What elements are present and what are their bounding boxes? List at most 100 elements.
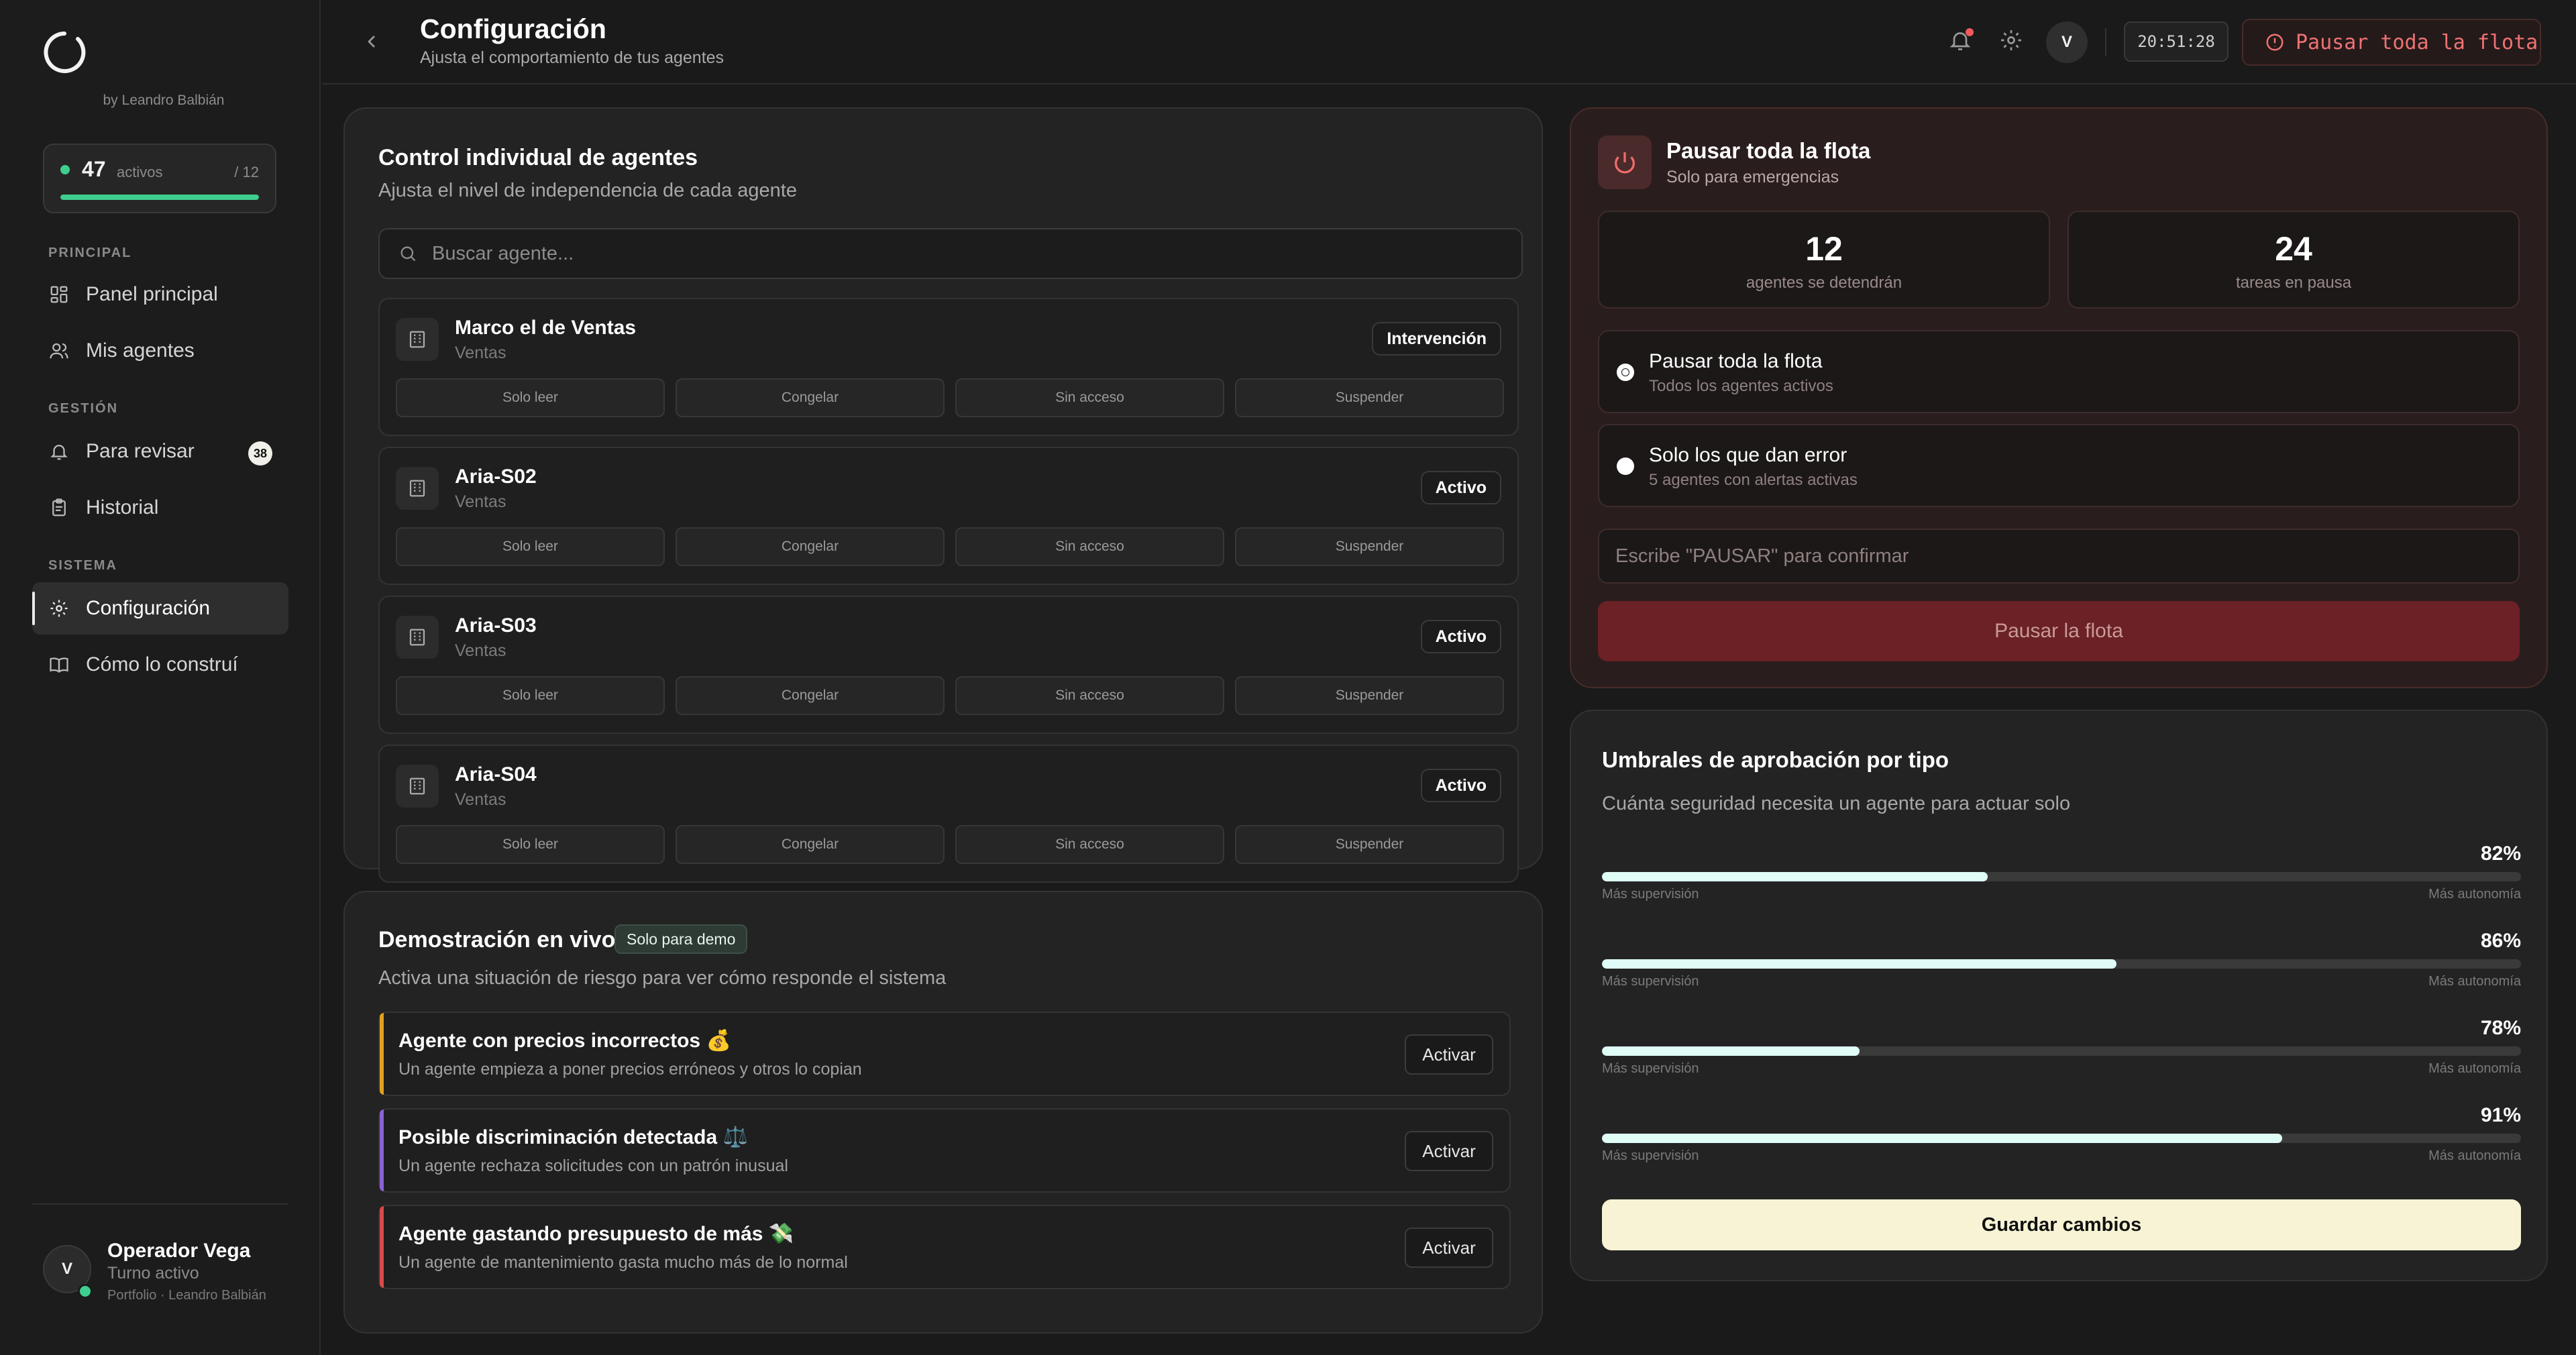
suspend-button[interactable]: Suspender bbox=[1235, 676, 1504, 715]
tasks-paused-stat: 24 tareas en pausa bbox=[2068, 211, 2520, 309]
building-icon bbox=[396, 765, 439, 808]
threshold-value: 91% bbox=[2480, 1104, 2521, 1126]
more-supervision-label: Más supervisión bbox=[1602, 1148, 1699, 1163]
option-pause-all[interactable]: Pausar toda la flota Todos los agentes a… bbox=[1598, 330, 2520, 413]
freeze-button[interactable]: Congelar bbox=[676, 378, 945, 417]
option-title: Solo los que dan error bbox=[1649, 444, 1847, 466]
nav-item-historial[interactable]: Historial bbox=[32, 482, 288, 534]
dashboard-icon bbox=[48, 284, 70, 305]
more-supervision-label: Más supervisión bbox=[1602, 1061, 1699, 1076]
agent-action-group: Solo leer Congelar Sin acceso Suspender bbox=[396, 378, 1504, 417]
more-autonomy-label: Más autonomía bbox=[2428, 1061, 2521, 1076]
active-progress-bar bbox=[60, 195, 259, 200]
agent-search[interactable] bbox=[378, 228, 1523, 279]
nav-section-principal: PRINCIPAL bbox=[48, 246, 132, 260]
nav-item-label: Historial bbox=[86, 496, 159, 519]
notifications-bell-icon[interactable] bbox=[1948, 28, 1975, 55]
agent-status-badge: Activo bbox=[1420, 769, 1501, 802]
nav-item-como-lo-construi[interactable]: Cómo lo construí bbox=[32, 639, 288, 691]
read-only-button[interactable]: Solo leer bbox=[396, 527, 665, 566]
stat-value: 24 bbox=[2275, 230, 2312, 268]
power-icon bbox=[1598, 136, 1652, 189]
freeze-button[interactable]: Congelar bbox=[676, 527, 945, 566]
settings-gear-icon[interactable] bbox=[1999, 28, 2026, 55]
no-access-button[interactable]: Sin acceso bbox=[955, 527, 1224, 566]
threshold-fill bbox=[1602, 959, 2117, 969]
activate-scenario-button[interactable]: Activar bbox=[1405, 1228, 1493, 1268]
threshold-slider[interactable]: 78% Más supervisión Más autonomía bbox=[1602, 1017, 2521, 1084]
live-demo-panel: Demostración en vivo Solo para demo Acti… bbox=[343, 891, 1543, 1334]
threshold-track[interactable] bbox=[1602, 959, 2521, 969]
agent-status-badge: Intervención bbox=[1372, 322, 1501, 356]
activate-scenario-button[interactable]: Activar bbox=[1405, 1034, 1493, 1075]
suspend-button[interactable]: Suspender bbox=[1235, 527, 1504, 566]
option-errors-only[interactable]: Solo los que dan error 5 agentes con ale… bbox=[1598, 424, 2520, 507]
logo-icon[interactable] bbox=[40, 28, 89, 76]
demo-only-badge: Solo para demo bbox=[614, 924, 748, 954]
threshold-track[interactable] bbox=[1602, 1134, 2521, 1143]
agent-card: Marco el de Ventas Ventas Intervención S… bbox=[378, 298, 1519, 436]
active-count: 47 bbox=[82, 157, 106, 181]
read-only-button[interactable]: Solo leer bbox=[396, 825, 665, 864]
agent-card: Aria-S04 Ventas Activo Solo leer Congela… bbox=[378, 745, 1519, 883]
read-only-button[interactable]: Solo leer bbox=[396, 378, 665, 417]
thresholds-subtitle: Cuánta seguridad necesita un agente para… bbox=[1602, 793, 2071, 814]
more-autonomy-label: Más autonomía bbox=[2428, 974, 2521, 989]
save-changes-button[interactable]: Guardar cambios bbox=[1602, 1199, 2521, 1250]
read-only-button[interactable]: Solo leer bbox=[396, 676, 665, 715]
scenario-accent-bar bbox=[380, 1013, 384, 1095]
header-avatar[interactable]: V bbox=[2046, 21, 2088, 63]
active-label: activos bbox=[117, 164, 163, 180]
agents-control-panel: Control individual de agentes Ajusta el … bbox=[343, 107, 1543, 883]
suspend-button[interactable]: Suspender bbox=[1235, 825, 1504, 864]
threshold-value: 78% bbox=[2480, 1017, 2521, 1039]
gear-icon bbox=[48, 598, 70, 619]
byline: by Leandro Balbián bbox=[103, 93, 225, 108]
threshold-slider[interactable]: 91% Más supervisión Más autonomía bbox=[1602, 1104, 2521, 1171]
activate-scenario-button[interactable]: Activar bbox=[1405, 1131, 1493, 1171]
threshold-track[interactable] bbox=[1602, 872, 2521, 881]
clock: 20:51:28 bbox=[2124, 21, 2229, 62]
agent-department: Ventas bbox=[455, 492, 506, 511]
user-name: Operador Vega bbox=[107, 1240, 251, 1262]
users-icon bbox=[48, 340, 70, 362]
threshold-slider[interactable]: 86% Más supervisión Más autonomía bbox=[1602, 930, 2521, 997]
active-progress-fill bbox=[60, 195, 259, 200]
stat-label: agentes se detendrán bbox=[1746, 274, 1902, 292]
option-title: Pausar toda la flota bbox=[1649, 350, 1823, 372]
agent-status-badge: Activo bbox=[1420, 620, 1501, 653]
scenario-accent-bar bbox=[380, 1109, 384, 1191]
back-icon[interactable] bbox=[361, 31, 382, 52]
nav-item-para-revisar[interactable]: Para revisar 38 bbox=[32, 425, 288, 478]
no-access-button[interactable]: Sin acceso bbox=[955, 378, 1224, 417]
nav-item-configuracion[interactable]: Configuración bbox=[32, 582, 288, 635]
user-footer: Portfolio · Leandro Balbián bbox=[107, 1288, 266, 1303]
sidebar: by Leandro Balbián 47 activos / 12 PRINC… bbox=[0, 0, 321, 1355]
option-subtitle: 5 agentes con alertas activas bbox=[1649, 471, 1858, 489]
notification-dot bbox=[1966, 28, 1974, 36]
demo-panel-title: Demostración en vivo bbox=[378, 927, 616, 953]
radio-selected[interactable] bbox=[1617, 364, 1634, 381]
threshold-slider[interactable]: 82% Más supervisión Más autonomía bbox=[1602, 843, 2521, 910]
confirm-pause-input[interactable] bbox=[1598, 529, 2520, 584]
agent-list[interactable]: Marco el de Ventas Ventas Intervención S… bbox=[378, 298, 1523, 943]
agent-card: Aria-S03 Ventas Activo Solo leer Congela… bbox=[378, 596, 1519, 734]
building-icon bbox=[396, 616, 439, 659]
freeze-button[interactable]: Congelar bbox=[676, 825, 945, 864]
pause-fleet-panel: Pausar toda la flota Solo para emergenci… bbox=[1570, 107, 2548, 688]
no-access-button[interactable]: Sin acceso bbox=[955, 676, 1224, 715]
threshold-track[interactable] bbox=[1602, 1046, 2521, 1056]
pause-fleet-button[interactable]: Pausar la flota bbox=[1598, 601, 2520, 661]
no-access-button[interactable]: Sin acceso bbox=[955, 825, 1224, 864]
nav-item-panel-principal[interactable]: Panel principal bbox=[32, 268, 288, 321]
pause-fleet-header-button[interactable]: Pausar toda la flota bbox=[2242, 19, 2541, 66]
search-input[interactable] bbox=[431, 241, 1440, 266]
agent-name: Aria-S04 bbox=[455, 763, 537, 785]
threshold-value: 82% bbox=[2480, 843, 2521, 865]
suspend-button[interactable]: Suspender bbox=[1235, 378, 1504, 417]
nav-item-mis-agentes[interactable]: Mis agentes bbox=[32, 325, 288, 377]
nav-item-label: Para revisar bbox=[86, 440, 195, 462]
freeze-button[interactable]: Congelar bbox=[676, 676, 945, 715]
agent-department: Ventas bbox=[455, 790, 506, 809]
radio-unselected[interactable] bbox=[1617, 457, 1634, 475]
